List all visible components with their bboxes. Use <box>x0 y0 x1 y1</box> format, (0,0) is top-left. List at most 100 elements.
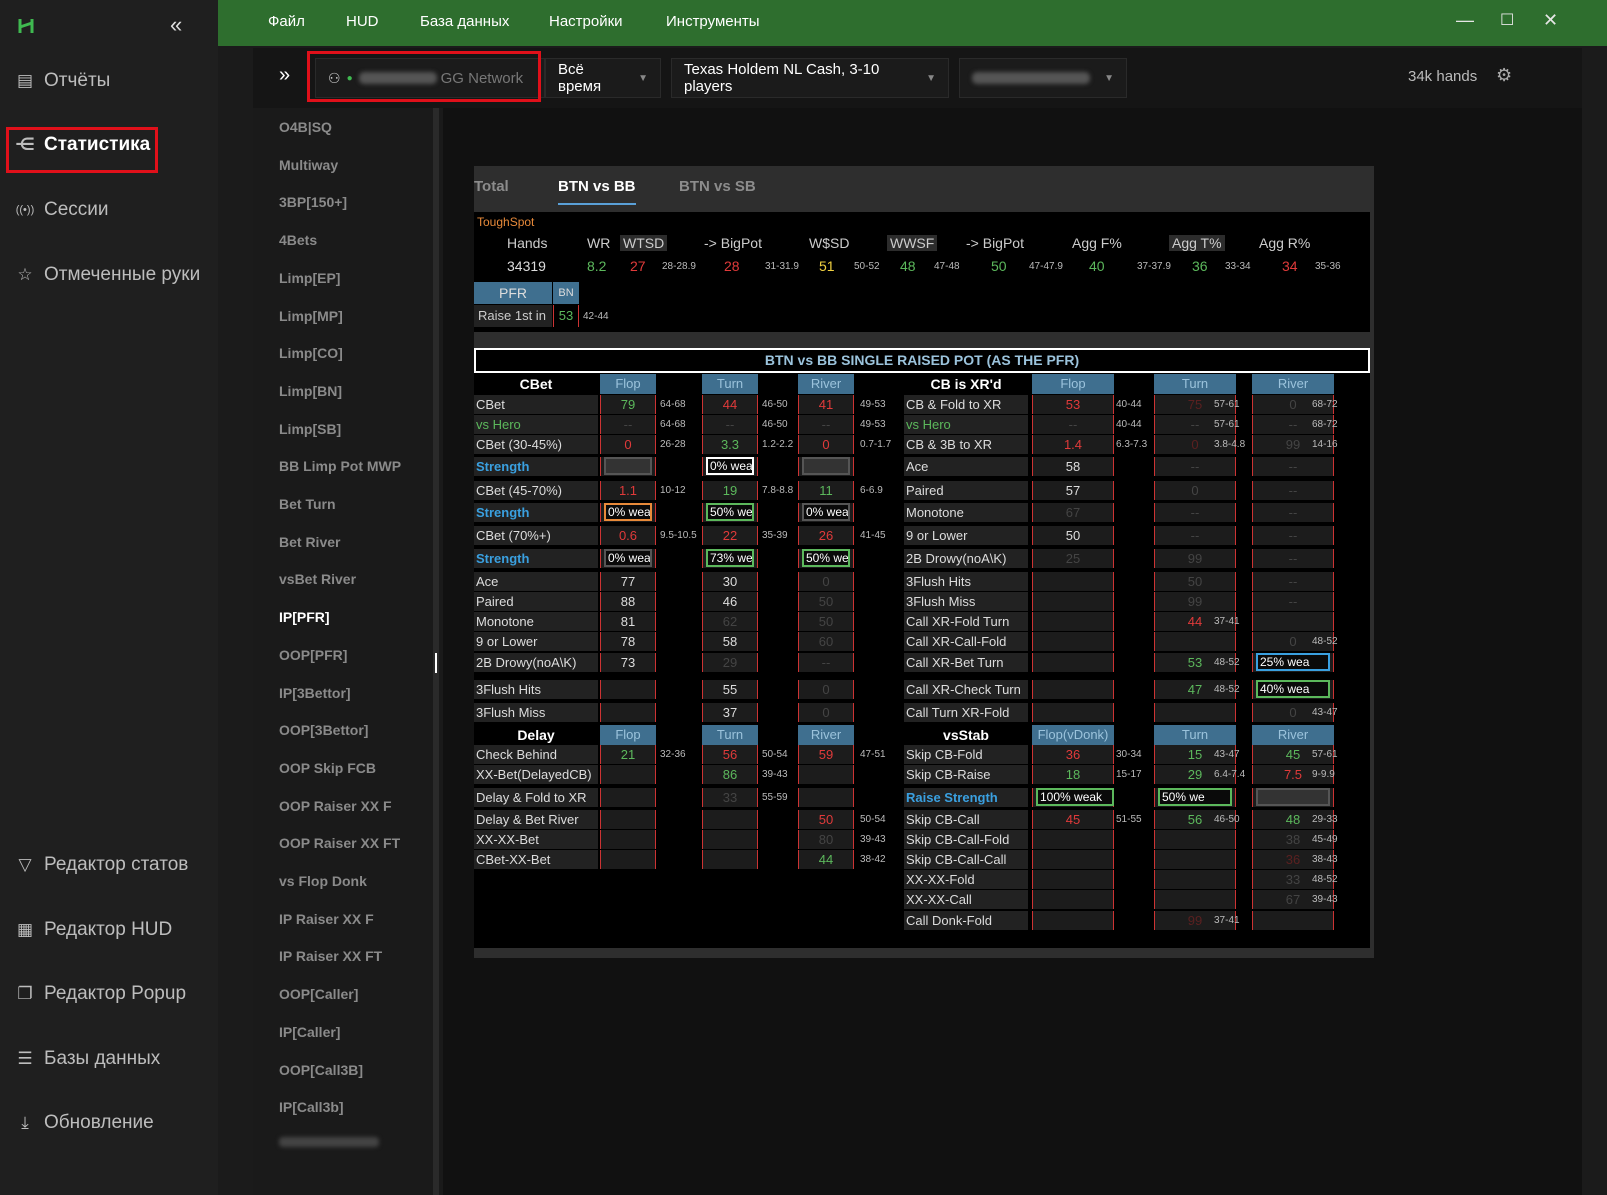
menu-4[interactable]: Инструменты <box>666 13 760 30</box>
cell-value: 0 <box>822 682 830 697</box>
cell-range: 48-52 <box>1312 874 1338 885</box>
spot-item[interactable]: Bet Turn <box>279 496 336 512</box>
spot-item[interactable]: IP[3Bettor] <box>279 685 351 701</box>
row-label: Strength <box>474 457 598 476</box>
spot-item[interactable]: IP[PFR] <box>279 609 330 625</box>
spot-item[interactable]: 3BP[150+] <box>279 194 347 210</box>
sidebar-item-6[interactable]: ❐ Редактор Popup <box>14 977 186 1011</box>
ts-value-14: 36 <box>1192 258 1208 274</box>
spot-item[interactable]: BB Limp Pot MWP <box>279 458 401 474</box>
row-label: 9 or Lower <box>904 526 1028 545</box>
sidebar-item-0[interactable]: ▤ Отчёты <box>14 64 110 98</box>
spot-item[interactable]: IP Raiser XX F <box>279 911 374 927</box>
spot-item[interactable]: vs Flop Donk <box>279 873 367 889</box>
spot-item[interactable]: vsBet River <box>279 571 356 587</box>
cell-range: 39-43 <box>1312 894 1338 905</box>
close-button[interactable]: ✕ <box>1543 10 1558 31</box>
cell-range: 43-47 <box>1214 749 1240 760</box>
cell-range: 43-47 <box>1312 707 1338 718</box>
scrollbar[interactable] <box>433 108 439 1195</box>
spot-item[interactable]: OOP Skip FCB <box>279 760 376 776</box>
menu-0[interactable]: Файл <box>268 13 305 30</box>
row-label: 3Flush Hits <box>474 680 598 699</box>
spot-item[interactable]: O4B|SQ <box>279 119 332 135</box>
row-label: CB & Fold to XR <box>904 395 1028 414</box>
cell <box>1032 830 1114 849</box>
ts-header-8: Agg T% <box>1169 235 1225 251</box>
cell-value: 59 <box>818 747 834 762</box>
toughspot-label: ToughSpot <box>477 215 535 229</box>
row-label: Call Donk-Fold <box>904 911 1028 930</box>
game-dropdown[interactable]: Texas Holdem NL Cash, 3-10 players ▼ <box>671 58 949 98</box>
scroll-thumb[interactable] <box>435 653 437 673</box>
row-label: Skip CB-Call-Call <box>904 850 1028 869</box>
ts-header-5: WWSF <box>887 235 938 251</box>
spot-item[interactable]: IP[Caller] <box>279 1024 340 1040</box>
spot-item[interactable]: IP Raiser XX FT <box>279 948 382 964</box>
spot-item[interactable]: OOP[PFR] <box>279 647 347 663</box>
cell <box>1032 680 1114 699</box>
tab-0[interactable]: Total <box>474 178 509 195</box>
time-dropdown[interactable]: Всё время ▼ <box>545 58 661 98</box>
sidebar-item-4[interactable]: ▽ Редактор статов <box>14 848 188 882</box>
sidebar-item-5[interactable]: ▦ Редактор HUD <box>14 913 172 947</box>
ts-value-2: 27 <box>630 258 646 274</box>
spot-item[interactable]: OOP[Caller] <box>279 986 358 1002</box>
ts-value-6: 51 <box>819 258 835 274</box>
cell-value: 99 <box>1187 594 1203 609</box>
tab-2[interactable]: BTN vs SB <box>679 178 756 195</box>
spot-item[interactable]: OOP[3Bettor] <box>279 722 368 738</box>
spot-item[interactable]: OOP Raiser XX FT <box>279 835 400 851</box>
spot-item[interactable]: Bet River <box>279 534 340 550</box>
cell <box>1032 870 1114 889</box>
menu-2[interactable]: База данных <box>420 13 509 30</box>
spot-item[interactable]: Limp[MP] <box>279 308 343 324</box>
spot-item-blurred[interactable] <box>279 1137 379 1147</box>
highlight-statistics <box>6 127 158 173</box>
cell-value: 67 <box>1065 505 1081 520</box>
menu-3[interactable]: Настройки <box>549 13 623 30</box>
ts-value-7: 50-52 <box>854 261 880 272</box>
cell-range: 64-68 <box>660 419 686 430</box>
collapse-sidebar-button[interactable]: « <box>170 12 182 38</box>
cell <box>1032 572 1114 591</box>
spot-item[interactable]: OOP[Call3B] <box>279 1062 363 1078</box>
sidebar-item-8[interactable]: ⤓ Обновление <box>14 1106 153 1140</box>
spot-item[interactable]: 4Bets <box>279 232 317 248</box>
sidebar-item-3[interactable]: ☆ Отмеченные руки <box>14 258 200 292</box>
row-label: 9 or Lower <box>474 632 598 651</box>
account-dropdown[interactable]: ▼ <box>959 58 1127 98</box>
row-label: Check Behind <box>474 745 598 764</box>
cell-range: 39-43 <box>860 834 886 845</box>
cell-value: 0 <box>822 705 830 720</box>
spot-item[interactable]: Multiway <box>279 157 338 173</box>
row-label: Ace <box>474 572 598 591</box>
gear-icon[interactable]: ⚙ <box>1496 65 1512 86</box>
cell <box>600 765 656 784</box>
pfr-header: PFR <box>474 282 552 304</box>
cell-range: 9.5-10.5 <box>660 530 697 541</box>
windows-icon: ❐ <box>17 984 33 1003</box>
spot-item[interactable]: IP[Call3b] <box>279 1099 344 1115</box>
col-header: Flop <box>600 374 656 394</box>
expand-button[interactable]: » <box>279 64 290 87</box>
sidebar-item-2[interactable]: ((•)) Сессии <box>14 193 109 227</box>
spot-item[interactable]: Limp[EP] <box>279 270 340 286</box>
cell-range: 50-54 <box>762 749 788 760</box>
spot-item[interactable]: Limp[BN] <box>279 383 342 399</box>
srp-table: BTN vs BB SINGLE RAISED POT (AS THE PFR)… <box>474 348 1370 948</box>
cell-range: 30-34 <box>1116 749 1142 760</box>
ts-value-13: 37-37.9 <box>1137 261 1171 272</box>
cell-value: 99 <box>1187 551 1203 566</box>
maximize-button[interactable]: ☐ <box>1500 10 1514 30</box>
download-icon: ⤓ <box>21 1113 29 1132</box>
tab-1[interactable]: BTN vs BB <box>558 178 636 205</box>
spot-item[interactable]: Limp[CO] <box>279 345 343 361</box>
menu-1[interactable]: HUD <box>346 13 379 30</box>
sidebar-item-7[interactable]: ☰ Базы данных <box>14 1042 160 1076</box>
spot-item[interactable]: OOP Raiser XX F <box>279 798 392 814</box>
spot-item[interactable]: Limp[SB] <box>279 421 341 437</box>
highlight-player <box>307 51 541 102</box>
cell <box>798 765 854 784</box>
minimize-button[interactable]: — <box>1456 10 1474 31</box>
